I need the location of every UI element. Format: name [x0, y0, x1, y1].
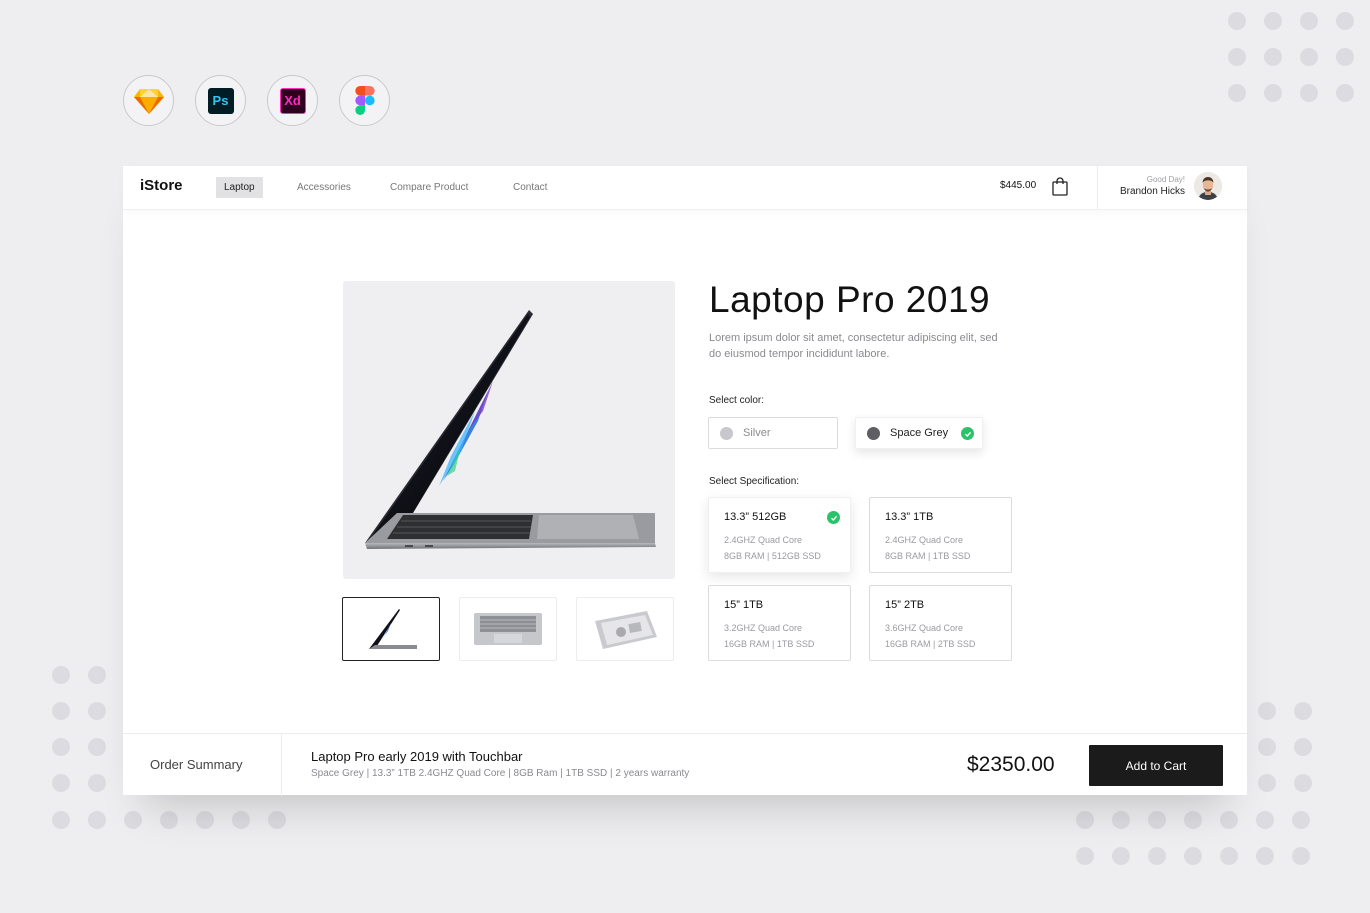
color-option-silver[interactable]: Silver: [708, 417, 838, 449]
spec-option-13-1tb[interactable]: 13.3” 1TB 2.4GHZ Quad Core 8GB RAM | 1TB…: [869, 497, 1012, 573]
nav-divider: [1097, 166, 1098, 209]
nav-link-compare-product[interactable]: Compare Product: [382, 177, 476, 198]
check-icon: [827, 511, 840, 524]
spec-option-15-2tb[interactable]: 15” 2TB 3.6GHZ Quad Core 16GB RAM | 2TB …: [869, 585, 1012, 661]
spec-memory: 16GB RAM | 2TB SSD: [885, 639, 976, 649]
summary-divider: [281, 734, 282, 796]
decorative-dots: [1228, 12, 1354, 102]
spec-option-15-1tb[interactable]: 15” 1TB 3.2GHZ Quad Core 16GB RAM | 1TB …: [708, 585, 851, 661]
brand-logo[interactable]: iStore: [140, 177, 183, 194]
product-description: Lorem ipsum dolor sit amet, consectetur …: [709, 332, 998, 360]
greeting-text: Good Day!: [1146, 175, 1185, 184]
avatar[interactable]: [1194, 172, 1222, 200]
space-grey-swatch: [867, 426, 880, 440]
photoshop-icon: Ps: [195, 75, 246, 126]
check-icon: [961, 427, 974, 440]
nav-link-contact[interactable]: Contact: [505, 177, 555, 198]
order-summary-bar: Order Summary Laptop Pro early 2019 with…: [123, 733, 1247, 796]
order-product-title: Laptop Pro early 2019 with Touchbar: [311, 749, 523, 764]
add-to-cart-button[interactable]: Add to Cart: [1089, 745, 1223, 786]
xd-icon: Xd: [267, 75, 318, 126]
spec-memory: 8GB RAM | 1TB SSD: [885, 551, 971, 561]
nav-link-laptop[interactable]: Laptop: [216, 177, 263, 198]
top-nav: iStore Laptop Accessories Compare Produc…: [123, 166, 1247, 210]
order-summary-label: Order Summary: [150, 757, 243, 772]
decorative-dots: [52, 811, 286, 829]
thumbnail-side[interactable]: [342, 597, 440, 661]
spec-option-13-512gb[interactable]: 13.3” 512GB 2.4GHZ Quad Core 8GB RAM | 5…: [708, 497, 851, 573]
user-greeting: Good Day! Brandon Hicks: [1120, 175, 1185, 197]
decorative-dots: [1258, 702, 1312, 792]
order-product-details: Space Grey | 13.3” 1TB 2.4GHZ Quad Core …: [311, 768, 690, 779]
tool-icons: Ps Xd: [123, 75, 390, 126]
decorative-dots: [52, 666, 106, 792]
cart-total: $445.00: [1000, 180, 1037, 191]
product-image: [343, 281, 675, 579]
thumbnail-box[interactable]: [576, 597, 674, 661]
spec-title: 15” 1TB: [724, 599, 764, 611]
store-window: iStore Laptop Accessories Compare Produc…: [123, 166, 1247, 796]
spec-cpu: 2.4GHZ Quad Core: [885, 535, 964, 545]
color-option-space-grey[interactable]: Space Grey: [855, 417, 983, 449]
shopping-bag-icon[interactable]: [1052, 177, 1068, 201]
sketch-icon: [123, 75, 174, 126]
spec-cpu: 3.6GHZ Quad Core: [885, 623, 964, 633]
spec-memory: 8GB RAM | 512GB SSD: [724, 551, 821, 561]
color-name: Space Grey: [890, 427, 949, 439]
nav-link-accessories[interactable]: Accessories: [289, 177, 359, 198]
spec-cpu: 3.2GHZ Quad Core: [724, 623, 803, 633]
spec-title: 13.3” 1TB: [885, 511, 934, 523]
user-name[interactable]: Brandon Hicks: [1120, 186, 1185, 197]
spec-cpu: 2.4GHZ Quad Core: [724, 535, 803, 545]
spec-memory: 16GB RAM | 1TB SSD: [724, 639, 815, 649]
spec-title: 15” 2TB: [885, 599, 925, 611]
order-price: $2350.00: [967, 753, 1055, 776]
select-color-label: Select color:: [709, 395, 765, 406]
thumbnail-keyboard[interactable]: [459, 597, 557, 661]
color-name: Silver: [743, 427, 771, 439]
silver-swatch: [720, 426, 733, 440]
figma-icon: [339, 75, 390, 126]
select-spec-label: Select Specification:: [709, 476, 800, 487]
decorative-dots: [1076, 811, 1310, 865]
product-title: Laptop Pro 2019: [709, 279, 991, 320]
